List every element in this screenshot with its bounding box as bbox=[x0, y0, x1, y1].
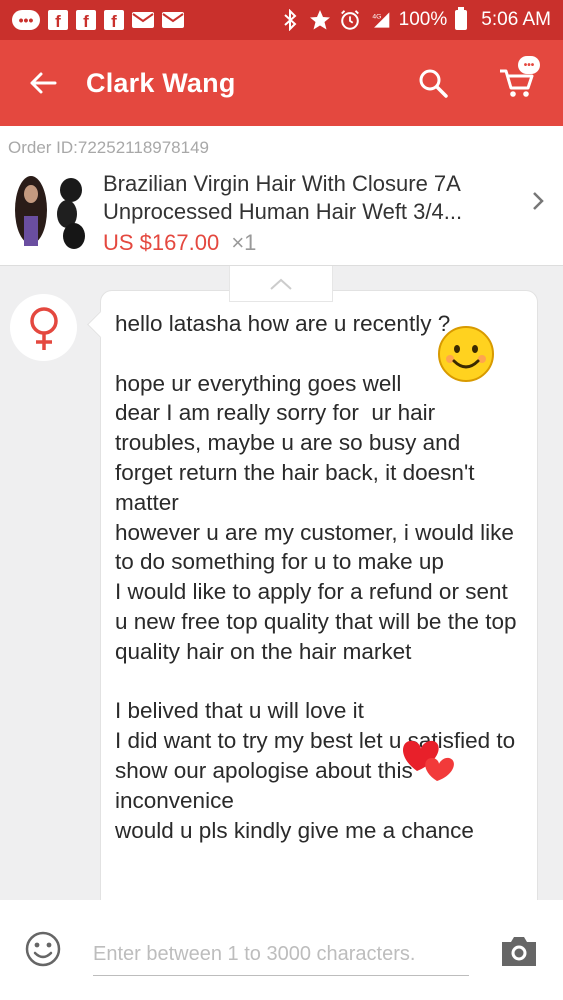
battery-icon bbox=[455, 7, 468, 30]
svg-text:4G: 4G bbox=[372, 13, 381, 20]
app-bar: Clark Wang ••• bbox=[0, 40, 563, 126]
emoji-picker-icon[interactable] bbox=[24, 930, 62, 968]
message-input-bar: Enter between 1 to 3000 characters. bbox=[0, 900, 563, 1000]
battery-percentage: 100% bbox=[398, 9, 448, 30]
message-text: hello latasha how are u recently ? hope … bbox=[115, 311, 517, 843]
message-bubble[interactable]: hello latasha how are u recently ? hope … bbox=[100, 290, 538, 900]
signal-icon: 4G bbox=[369, 9, 391, 31]
smiley-emoji-icon bbox=[438, 326, 494, 382]
back-arrow-icon bbox=[30, 72, 57, 94]
product-title: Brazilian Virgin Hair With Closure 7A Un… bbox=[103, 171, 463, 224]
bluetooth-icon bbox=[279, 9, 301, 31]
camera-icon[interactable] bbox=[500, 934, 538, 968]
cart-badge-icon: ••• bbox=[518, 56, 540, 74]
back-button[interactable] bbox=[0, 40, 86, 126]
product-info: Brazilian Virgin Hair With Closure 7A Un… bbox=[103, 170, 513, 266]
page-title: Clark Wang bbox=[86, 67, 236, 98]
facebook-icon: f bbox=[48, 10, 68, 30]
chat-area[interactable]: hello latasha how are u recently ? hope … bbox=[0, 266, 563, 900]
message-input[interactable]: Enter between 1 to 3000 characters. bbox=[93, 934, 469, 976]
order-id: Order ID:72252118978149 bbox=[8, 138, 210, 157]
product-card[interactable]: Brazilian Virgin Hair With Closure 7A Un… bbox=[0, 170, 563, 266]
chevron-up-icon bbox=[270, 278, 292, 290]
collapse-order-tab[interactable] bbox=[229, 266, 333, 302]
star-icon bbox=[309, 9, 331, 31]
alarm-icon bbox=[339, 9, 361, 31]
message-input-placeholder: Enter between 1 to 3000 characters. bbox=[93, 943, 416, 965]
cart-button[interactable]: ••• bbox=[485, 40, 549, 126]
product-thumbnail bbox=[11, 172, 91, 252]
hearts-emoji-icon bbox=[403, 740, 454, 781]
status-bar: ••• f f f 4G 100% 5:06 AM bbox=[0, 0, 563, 40]
order-summary: Order ID:72252118978149 Brazilian Virgin… bbox=[0, 126, 563, 266]
female-symbol-icon bbox=[29, 306, 58, 350]
facebook-icon: f bbox=[104, 10, 124, 30]
product-price: US $167.00 bbox=[103, 230, 220, 255]
facebook-icon: f bbox=[76, 10, 96, 30]
notification-icons: ••• f f f bbox=[12, 9, 184, 31]
messages-icon: ••• bbox=[12, 10, 40, 30]
search-button[interactable] bbox=[403, 40, 463, 126]
avatar[interactable] bbox=[10, 294, 77, 361]
mail-icon bbox=[132, 9, 154, 31]
mail-icon bbox=[162, 9, 184, 31]
product-quantity: ×1 bbox=[231, 230, 257, 255]
price-line: US $167.00 ×1 bbox=[103, 230, 513, 256]
system-icons: 4G 100% 5:06 AM bbox=[279, 7, 551, 31]
chevron-right-icon bbox=[533, 192, 544, 210]
search-icon bbox=[419, 69, 448, 98]
clock: 5:06 AM bbox=[481, 9, 551, 30]
